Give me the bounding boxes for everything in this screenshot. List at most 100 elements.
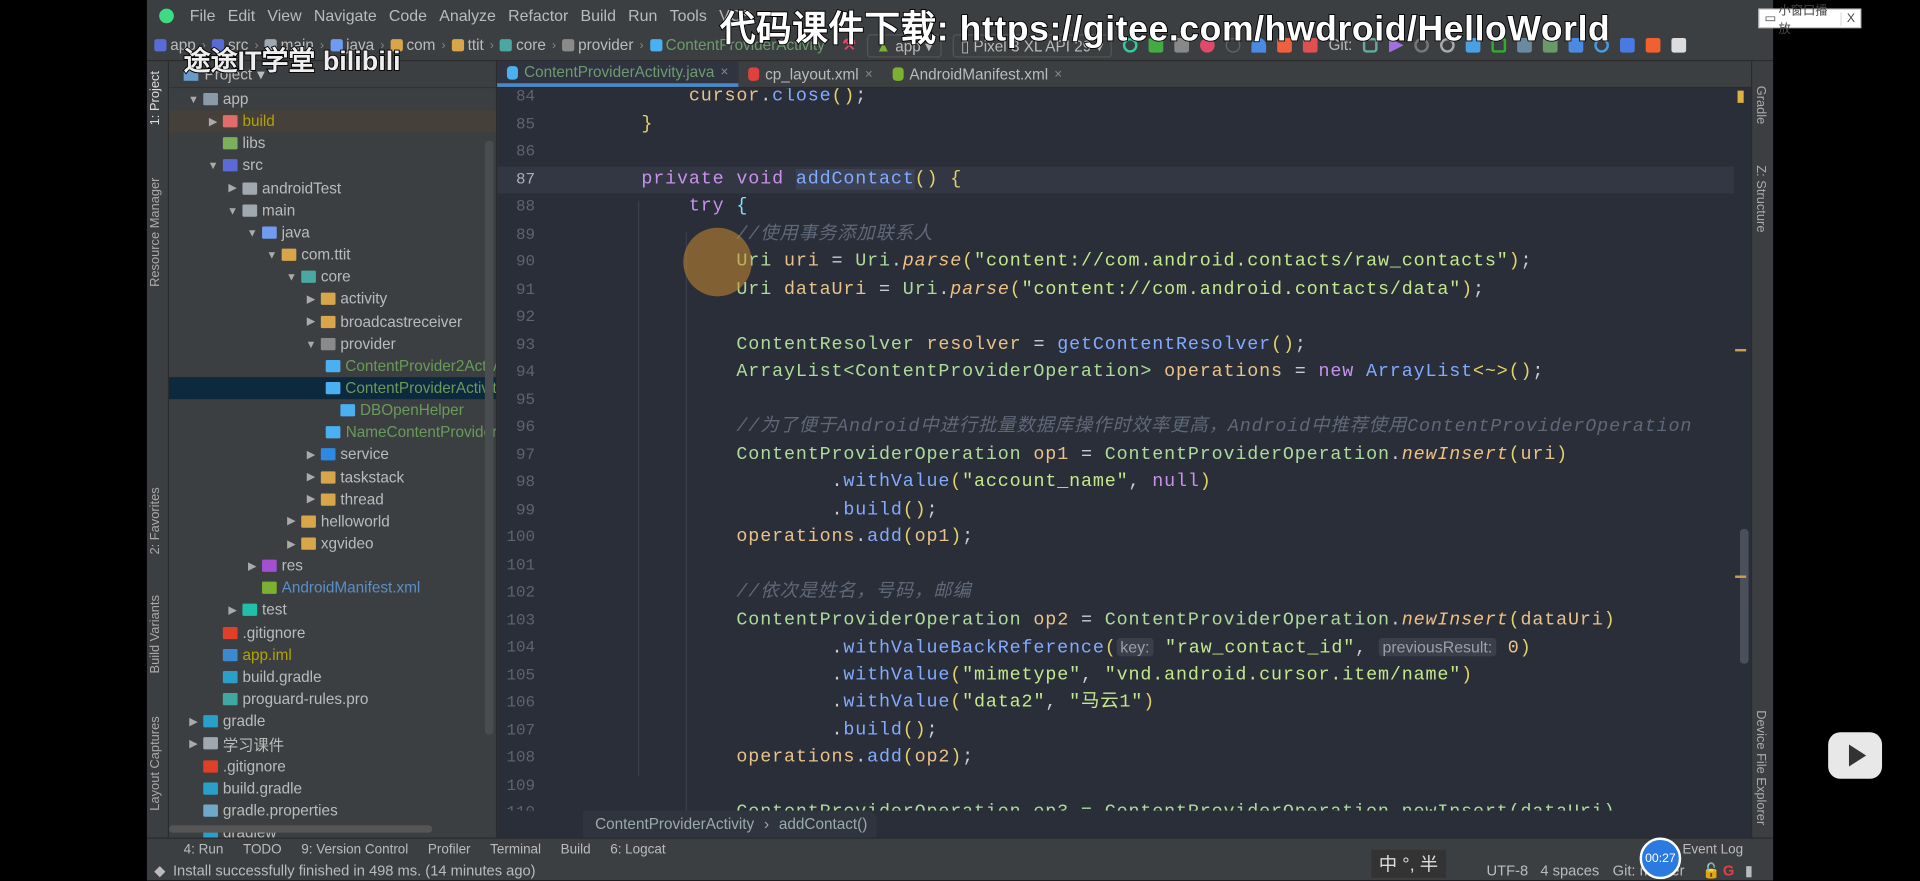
- chevron-down-icon[interactable]: ▼: [186, 93, 201, 105]
- chevron-right-icon[interactable]: ▶: [304, 315, 319, 328]
- menu-code[interactable]: Code: [383, 6, 433, 24]
- code-line[interactable]: .build();: [594, 497, 939, 525]
- code-line[interactable]: ContentProviderOperation op2 = ContentPr…: [594, 607, 1616, 635]
- tree-hscrollbar[interactable]: [168, 825, 433, 833]
- tree-item[interactable]: proguard-rules.pro: [169, 688, 496, 710]
- tree-item[interactable]: ▶ activity: [169, 288, 496, 310]
- avatar[interactable]: [1671, 37, 1687, 53]
- code-line[interactable]: cursor.close();: [594, 88, 867, 111]
- code-line[interactable]: private void addContact() {: [594, 166, 962, 194]
- encoding-indicator[interactable]: UTF-8: [1487, 861, 1529, 878]
- code-line[interactable]: .withValue("data2", "马云1"): [594, 689, 1155, 717]
- tree-item[interactable]: ▶ androidTest: [169, 177, 496, 199]
- tree-item[interactable]: ▼ main: [169, 199, 496, 221]
- tree-item[interactable]: .gitignore: [169, 755, 496, 777]
- code-line[interactable]: operations.add(op1);: [594, 524, 974, 552]
- menu-view[interactable]: View: [261, 6, 307, 24]
- chevron-right-icon[interactable]: ▶: [284, 515, 299, 528]
- chevron-right-icon[interactable]: ▶: [304, 492, 319, 505]
- tree-item[interactable]: ▶ thread: [169, 488, 496, 510]
- chevron-right-icon[interactable]: ▶: [186, 737, 201, 750]
- tree-item[interactable]: ▼ app: [169, 88, 496, 110]
- code-line[interactable]: //依次是姓名，号码，邮编: [594, 579, 972, 607]
- menu-navigate[interactable]: Navigate: [308, 6, 383, 24]
- tree-item[interactable]: ▶ service: [169, 444, 496, 466]
- tab-cp-layout-xml[interactable]: cp_layout.xml ×: [738, 61, 882, 87]
- code-line[interactable]: operations.add(op2);: [594, 744, 974, 772]
- chevron-down-icon[interactable]: ▼: [245, 226, 260, 238]
- menu-edit[interactable]: Edit: [222, 6, 262, 24]
- event-log-button[interactable]: Event Log: [1682, 842, 1743, 857]
- status-message[interactable]: Install successfully finished in 498 ms.…: [173, 861, 536, 878]
- tool-tab-structure[interactable]: Z: Structure: [1753, 165, 1768, 232]
- tool-tab-version-control[interactable]: 9: Version Control: [301, 842, 408, 857]
- tab-androidmanifest-xml[interactable]: AndroidManifest.xml ×: [882, 61, 1071, 87]
- code-line[interactable]: }: [594, 111, 653, 139]
- code-line[interactable]: .withValueBackReference(key: "raw_contac…: [594, 634, 1532, 662]
- tool-tab-gradle[interactable]: Gradle: [1753, 86, 1768, 125]
- chevron-right-icon[interactable]: ▶: [225, 181, 240, 194]
- chevron-down-icon[interactable]: ▼: [284, 271, 299, 283]
- chevron-down-icon[interactable]: ▼: [304, 338, 319, 350]
- tool-tab-build-variants[interactable]: Build Variants: [148, 595, 163, 673]
- tree-item[interactable]: ▶ gradle: [169, 710, 496, 732]
- tree-item[interactable]: ▼ java: [169, 221, 496, 243]
- tree-item[interactable]: gradle.properties: [169, 799, 496, 821]
- tool-tab-logcat[interactable]: 6: Logcat: [610, 842, 665, 857]
- mini-window-close[interactable]: X: [1840, 11, 1860, 26]
- chevron-right-icon[interactable]: ▶: [304, 470, 319, 483]
- tree-scrollbar[interactable]: [484, 140, 494, 735]
- code-line[interactable]: ContentProviderOperation op3 = ContentPr…: [594, 800, 1616, 811]
- menu-tools[interactable]: Tools: [664, 6, 713, 24]
- lock-icon[interactable]: 🔓: [1702, 861, 1720, 878]
- tree-item[interactable]: libs: [169, 133, 496, 155]
- code-area[interactable]: 84 cursor.close(); 85 } 86 87 private void …: [497, 88, 1734, 811]
- chevron-right-icon[interactable]: ▶: [284, 537, 299, 550]
- code-line[interactable]: //为了便于Android中进行批量数据库操作时效率更高，Android中推荐使…: [594, 414, 1692, 442]
- tree-item[interactable]: ▼ src: [169, 155, 496, 177]
- code-line[interactable]: .build();: [594, 717, 939, 745]
- close-icon[interactable]: ×: [1054, 67, 1062, 82]
- chevron-right-icon[interactable]: ▶: [186, 715, 201, 728]
- memory-icon[interactable]: ▮: [1745, 861, 1753, 878]
- mini-window-button[interactable]: ▭ 小窗口播放 X: [1758, 5, 1862, 37]
- tree-item[interactable]: ▼ com.ttit: [169, 244, 496, 266]
- tool-tab-resource-manager[interactable]: Resource Manager: [148, 178, 163, 287]
- code-line[interactable]: //使用事务添加联系人: [594, 221, 933, 249]
- breadcrumb-item[interactable]: ttit: [468, 37, 484, 54]
- tree-item[interactable]: .gitignore: [169, 622, 496, 644]
- chevron-right-icon[interactable]: ▶: [304, 292, 319, 305]
- translate-alt-icon[interactable]: [1646, 37, 1661, 53]
- tool-tab-device-file-explorer[interactable]: Device File Explorer: [1753, 710, 1768, 825]
- tree-item[interactable]: NameContentProvider: [169, 422, 496, 444]
- breadcrumb-item[interactable]: provider: [578, 37, 633, 54]
- ime-indicator[interactable]: 中 °, 半: [1371, 849, 1446, 878]
- tool-tab-project[interactable]: 1: Project: [148, 71, 163, 125]
- tree-item[interactable]: ▶ xgvideo: [169, 533, 496, 555]
- tool-tab-favorites[interactable]: 2: Favorites: [148, 487, 163, 554]
- chevron-right-icon[interactable]: ▶: [245, 559, 260, 572]
- google-icon[interactable]: G: [1723, 861, 1734, 878]
- tool-tab-terminal[interactable]: Terminal: [490, 842, 541, 857]
- play-icon[interactable]: [1828, 732, 1883, 779]
- tool-tab-todo[interactable]: TODO: [243, 842, 282, 857]
- code-line[interactable]: try {: [594, 193, 748, 221]
- tree-item[interactable]: DBOpenHelper: [169, 399, 496, 421]
- code-line[interactable]: ContentResolver resolver = getContentRes…: [594, 331, 1307, 359]
- tree-item[interactable]: build.gradle: [169, 666, 496, 688]
- tree-item[interactable]: ▶ build: [168, 110, 496, 133]
- indent-indicator[interactable]: 4 spaces: [1540, 861, 1599, 878]
- menu-analyze[interactable]: Analyze: [433, 6, 502, 24]
- chevron-down-icon[interactable]: ▼: [206, 160, 221, 172]
- breadcrumb-class[interactable]: ContentProviderActivity: [595, 816, 754, 833]
- menu-refactor[interactable]: Refactor: [502, 6, 574, 24]
- tool-tab-layout-captures[interactable]: Layout Captures: [148, 716, 163, 810]
- menu-run[interactable]: Run: [622, 6, 663, 24]
- tree-item[interactable]: ContentProviderActivity: [168, 377, 496, 400]
- breadcrumb-item[interactable]: core: [516, 37, 546, 54]
- tree-item[interactable]: ▼ core: [169, 266, 496, 288]
- chevron-right-icon[interactable]: ▶: [225, 604, 240, 617]
- tree-item[interactable]: app.iml: [169, 644, 496, 666]
- tree-item[interactable]: AndroidManifest.xml: [169, 577, 496, 599]
- code-line[interactable]: .withValue("mimetype", "vnd.android.curs…: [594, 662, 1473, 690]
